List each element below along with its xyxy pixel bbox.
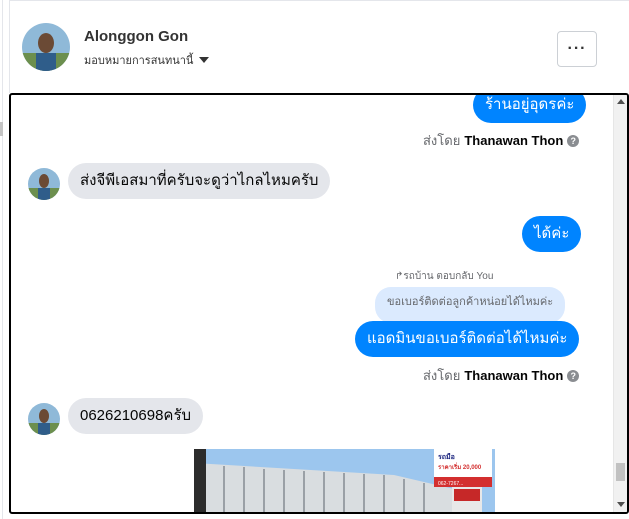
quoted-message[interactable]: ขอเบอร์ติดต่อลูกค้าหน่อยได้ไหมค่ะ [375,287,566,323]
reply-note-text: รถบ้าน ตอบกลับ You [403,271,494,282]
assign-label: มอบหมายการสนทนานี้ [84,55,194,67]
sent-by-line: ส่งโดย Thanawan Thon ? [423,130,580,151]
help-icon[interactable]: ? [567,134,580,147]
sent-by-prefix: ส่งโดย [423,368,461,383]
sent-by-prefix: ส่งโดย [423,133,461,148]
sent-by-line: ส่งโดย Thanawan Thon ? [423,365,580,386]
message-thread: ร้านอยู่อุดรค่ะ ส่งโดย Thanawan Thon ? ส… [9,93,629,514]
reply-note: ↱รถบ้าน ตอบกลับ You [395,269,493,284]
help-icon[interactable]: ? [567,369,580,382]
left-edge [0,0,3,519]
scroll-thumb[interactable] [616,463,625,481]
photo-attachment[interactable]: รถมือ ราคาเริ่ม 20,000 062-7267... [194,449,495,512]
assign-conversation-dropdown[interactable]: มอบหมายการสนทนานี้ [84,51,210,69]
sender-avatar[interactable] [28,168,60,200]
incoming-message[interactable]: ส่งจีพีเอสมาที่ครับจะดูว่าไกลไหมครับ [68,163,331,199]
outgoing-message[interactable]: ได้ค่ะ [522,216,582,252]
sender-avatar[interactable] [28,403,60,435]
contact-name: Alonggon Gon [84,28,189,45]
scroll-down-arrow-icon[interactable] [617,502,625,507]
vertical-scrollbar[interactable] [613,95,627,512]
sent-by-author: Thanawan Thon [464,368,564,383]
incoming-message[interactable]: 0626210698ครับ [68,398,204,434]
outgoing-message[interactable]: ร้านอยู่อุดรค่ะ [473,95,587,123]
outgoing-message[interactable]: แอดมินขอเบอร์ติดต่อได้ไหมค่ะ [355,321,580,357]
left-scroll-marker [0,122,3,136]
conversation-header: Alonggon Gon มอบหมายการสนทนานี้ ··· [9,0,629,93]
message-list: ร้านอยู่อุดรค่ะ ส่งโดย Thanawan Thon ? ส… [11,95,613,512]
avatar[interactable] [22,23,70,71]
sign-line: รถมือ [438,453,455,461]
more-options-button[interactable]: ··· [557,31,597,67]
caret-down-icon [199,57,210,63]
sign-line: 062-7267... [438,481,463,487]
scroll-up-arrow-icon[interactable] [617,99,625,104]
sent-by-author: Thanawan Thon [464,133,564,148]
